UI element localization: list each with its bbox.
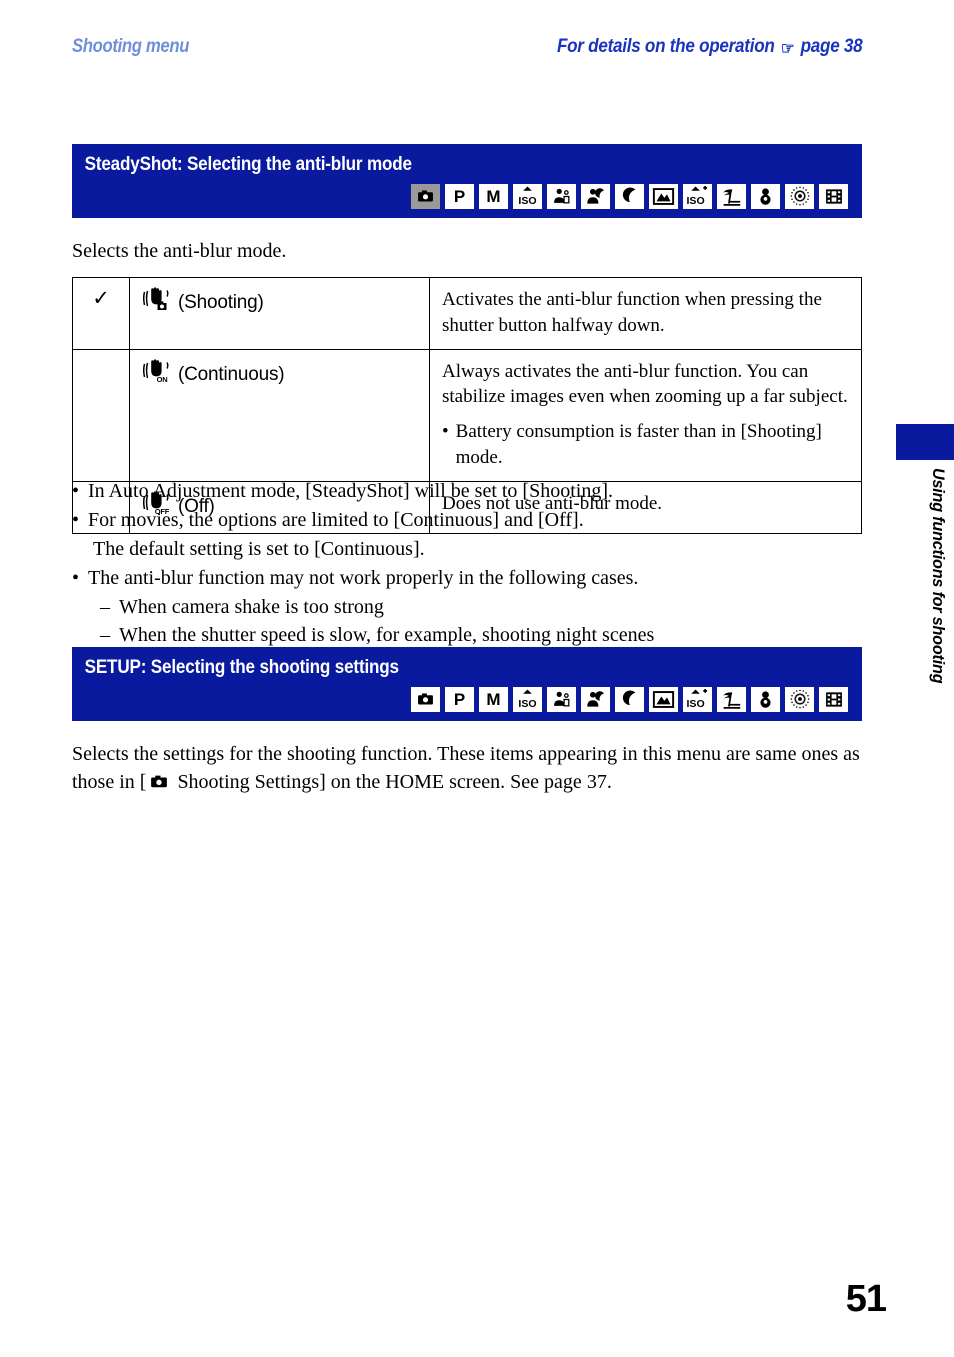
option-sub-bullet: • Battery consumption is faster than in [… [442, 419, 849, 471]
twilight-icon [615, 686, 644, 712]
high-sensitivity-icon: ISO [513, 686, 542, 712]
fireworks-icon [785, 183, 814, 209]
high-sensitivity-plus-icon: ISO [683, 183, 712, 209]
steadyshot-mode-icon-row: P M ISO ISO [72, 177, 862, 218]
svg-text:ISO: ISO [518, 698, 536, 710]
still-camera-icon [148, 771, 170, 799]
note-sub-item: – When the shutter speed is slow, for exa… [72, 621, 862, 649]
check-icon: ✓ [92, 286, 110, 310]
list-item: • In Auto Adjustment mode, [SteadyShot] w… [72, 477, 862, 505]
running-head-page-ref: page 38 [800, 36, 862, 57]
default-check-cell [72, 348, 130, 482]
snow-icon [751, 686, 780, 712]
setup-section-banner: SETUP: Selecting the shooting settings P… [72, 647, 862, 721]
option-label-cell: (Shooting) [129, 277, 430, 350]
note-text: The anti-blur function may not work prop… [88, 566, 639, 589]
steadyshot-notes-list: • In Auto Adjustment mode, [SteadyShot] w… [72, 477, 862, 649]
landscape-icon [649, 183, 678, 209]
steadyshot-banner-title: SteadyShot: Selecting the anti-blur mode [84, 154, 412, 175]
svg-text:ISO: ISO [687, 195, 705, 207]
chapter-side-label: Using functions for shooting [929, 468, 948, 684]
manual-mode-icon: M [479, 183, 508, 209]
note-sub-text: When camera shake is too strong [119, 595, 384, 618]
twilight-portrait-icon [581, 183, 610, 209]
option-name: (Shooting) [178, 292, 264, 313]
soft-snap-icon [547, 183, 576, 209]
program-auto-icon: P [445, 183, 474, 209]
twilight-portrait-icon [581, 686, 610, 712]
beach-icon [717, 183, 746, 209]
manual-mode-icon: M [479, 686, 508, 712]
program-auto-icon: P [445, 686, 474, 712]
movie-mode-icon [819, 686, 848, 712]
svg-text:ON: ON [157, 375, 168, 383]
option-sub-bullet-text: Battery consumption is faster than in [S… [455, 421, 822, 469]
hand-shake-shooting-icon [142, 287, 172, 319]
high-sensitivity-icon: ISO [513, 183, 542, 209]
beach-icon [717, 686, 746, 712]
table-row: ✓ (Shooting) Activates the anti-blur funct… [72, 277, 862, 350]
option-description: Always activates the anti-blur function.… [442, 360, 848, 408]
running-head: Shooting menu For details on the operati… [72, 36, 862, 64]
default-check-cell: ✓ [72, 277, 130, 350]
setup-mode-icon-row: P M ISO ISO [72, 680, 862, 721]
note-text: In Auto Adjustment mode, [SteadyShot] wi… [88, 480, 613, 502]
bullet-icon: • [72, 509, 80, 532]
note-text: For movies, the options are limited to [… [88, 509, 584, 532]
dash-icon: – [100, 595, 110, 618]
option-description-cell: Activates the anti-blur function when pr… [429, 277, 862, 350]
setup-banner-title: SETUP: Selecting the shooting settings [84, 657, 399, 678]
option-description: Activates the anti-blur function when pr… [442, 289, 822, 336]
page-number: 51 [845, 1278, 887, 1320]
svg-text:ISO: ISO [518, 195, 536, 207]
note-continuation: The default setting is set to [Continuou… [93, 538, 425, 561]
steadyshot-intro-text: Selects the anti-blur mode. [72, 240, 287, 262]
still-camera-icon [411, 183, 440, 209]
running-head-right-text: For details on the operation [556, 36, 775, 57]
steadyshot-section-banner: SteadyShot: Selecting the anti-blur mode… [72, 144, 862, 218]
twilight-icon [615, 183, 644, 209]
fireworks-icon [785, 686, 814, 712]
bullet-icon: • [72, 566, 80, 589]
running-head-right: For details on the operation ☞ page 38 [556, 36, 863, 58]
note-block: • For movies, the options are limited to … [72, 506, 862, 563]
bullet-icon: • [442, 421, 449, 443]
list-item: • For movies, the options are limited to … [72, 506, 862, 534]
setup-body-part2: Shooting Settings] on the HOME screen. S… [177, 771, 612, 794]
dash-icon: – [100, 623, 110, 646]
still-camera-icon [411, 686, 440, 712]
running-head-left: Shooting menu [72, 36, 190, 57]
landscape-icon [649, 686, 678, 712]
note-block: • In Auto Adjustment mode, [SteadyShot] w… [72, 477, 862, 505]
setup-body-text: Selects the settings for the shooting fu… [72, 740, 862, 800]
pointing-hand-icon: ☞ [780, 38, 794, 58]
option-name: (Continuous) [178, 363, 285, 385]
note-block: • The anti-blur function may not work pro… [72, 564, 862, 650]
note-sub-item: – When camera shake is too strong [72, 593, 862, 621]
bullet-icon: • [72, 480, 80, 502]
table-row: ON (Continuous) Always activates the anti-… [72, 348, 862, 482]
option-description-cell: Always activates the anti-blur function.… [429, 348, 862, 482]
chapter-thumb-tab [896, 424, 954, 460]
soft-snap-icon [547, 686, 576, 712]
svg-text:ISO: ISO [687, 698, 705, 710]
option-label-cell: ON (Continuous) [129, 348, 430, 482]
list-item: • The anti-blur function may not work pro… [72, 564, 862, 592]
hand-shake-continuous-icon: ON [142, 359, 172, 391]
note-sub-text: When the shutter speed is slow, for exam… [119, 623, 655, 646]
snow-icon [751, 183, 780, 209]
high-sensitivity-plus-icon: ISO [683, 686, 712, 712]
movie-mode-icon [819, 183, 848, 209]
